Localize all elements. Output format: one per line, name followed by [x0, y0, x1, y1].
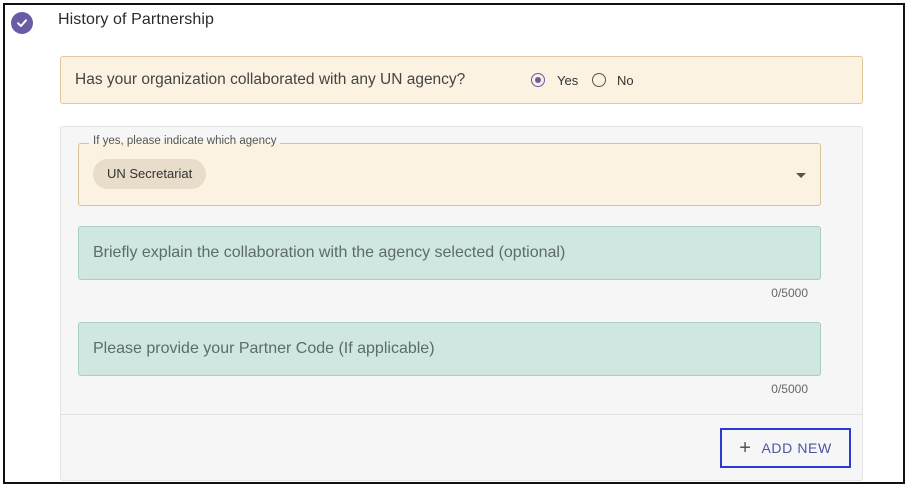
collaboration-char-counter: 0/5000 [771, 286, 808, 300]
radio-no[interactable] [592, 73, 606, 87]
radio-selected-dot [535, 77, 541, 83]
radio-yes-label[interactable]: Yes [557, 73, 578, 88]
section-title: History of Partnership [58, 11, 215, 28]
agency-select-label: If yes, please indicate which agency [89, 135, 281, 147]
check-circle-icon [11, 12, 33, 34]
question-text: Has your organization collaborated with … [75, 71, 466, 88]
collaboration-explanation-field[interactable]: Briefly explain the collaboration with t… [78, 226, 821, 280]
collaboration-explanation-placeholder: Briefly explain the collaboration with t… [93, 244, 566, 261]
radio-yes[interactable] [531, 73, 545, 87]
plus-icon: + [739, 437, 752, 459]
radio-no-label[interactable]: No [617, 73, 634, 88]
partnership-section: History of Partnership Has your organiza… [3, 3, 905, 484]
partner-code-char-counter: 0/5000 [771, 382, 808, 396]
dropdown-caret-icon[interactable] [796, 173, 806, 178]
partner-code-field[interactable]: Please provide your Partner Code (If app… [78, 322, 821, 376]
agency-chip[interactable]: UN Secretariat [93, 159, 207, 189]
agency-select[interactable]: If yes, please indicate which agency UN … [78, 135, 821, 206]
panel-divider [61, 414, 862, 415]
add-new-button[interactable]: + ADD NEW [720, 428, 851, 468]
add-new-label: ADD NEW [761, 440, 832, 456]
un-collaboration-question: Has your organization collaborated with … [60, 56, 863, 104]
partner-code-placeholder: Please provide your Partner Code (If app… [93, 340, 435, 357]
agency-details-panel: If yes, please indicate which agency UN … [60, 126, 863, 481]
